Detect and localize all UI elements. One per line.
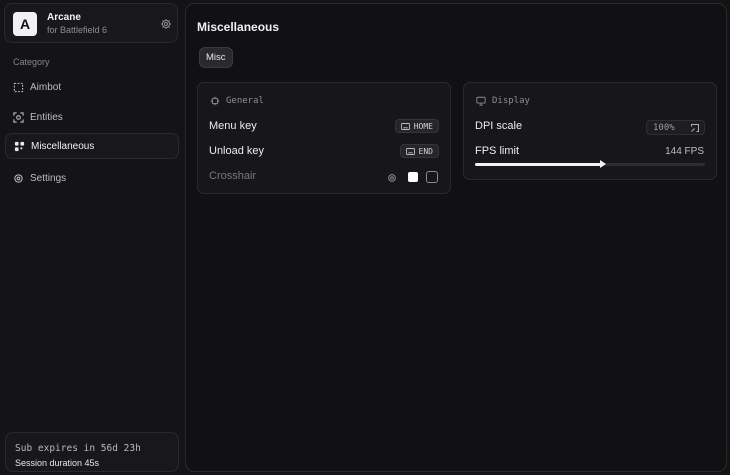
brand-card: A Arcane for Battlefield 6 bbox=[4, 3, 178, 43]
display-header-label: Display bbox=[492, 96, 530, 106]
unload-key-value: END bbox=[418, 146, 433, 156]
sidebar: A Arcane for Battlefield 6 Category Aimb… bbox=[0, 0, 184, 475]
keyboard-icon bbox=[405, 147, 415, 155]
menu-key-label: Menu key bbox=[209, 120, 257, 132]
keyboard-icon bbox=[400, 122, 410, 130]
category-label: Category bbox=[13, 57, 50, 67]
crosshair-checkbox[interactable] bbox=[426, 171, 438, 183]
fps-limit-value: 144 FPS bbox=[665, 146, 704, 157]
sidebar-item-aimbot[interactable]: Aimbot bbox=[5, 74, 179, 100]
sidebar-item-label: Aimbot bbox=[30, 81, 62, 93]
menu-key-bind[interactable]: HOME bbox=[394, 119, 439, 133]
gear-icon[interactable] bbox=[387, 173, 397, 183]
subscription-card: Sub expires in 56d 23h Session duration … bbox=[5, 432, 179, 472]
grid-icon bbox=[14, 141, 25, 151]
dpi-scale-label: DPI scale bbox=[475, 120, 523, 132]
gear-icon[interactable] bbox=[160, 18, 172, 30]
unload-key-label: Unload key bbox=[209, 145, 265, 157]
subscription-expiry: Sub expires in 56d 23h bbox=[15, 443, 141, 454]
page-title: Miscellaneous bbox=[197, 20, 280, 34]
fps-slider-fill bbox=[475, 163, 602, 166]
app-logo: A bbox=[13, 12, 37, 36]
crosshair-dashed-icon bbox=[13, 82, 24, 92]
main-panel: Miscellaneous Misc General Menu key HOME… bbox=[185, 3, 727, 472]
fps-limit-label: FPS limit bbox=[475, 145, 519, 157]
general-panel: General Menu key HOME Unload key END Cro… bbox=[197, 82, 451, 194]
sidebar-item-label: Settings bbox=[30, 172, 67, 184]
scan-icon bbox=[13, 111, 24, 123]
gear-icon bbox=[14, 173, 23, 183]
fps-slider[interactable] bbox=[475, 160, 705, 168]
cpu-icon bbox=[210, 96, 220, 106]
sidebar-item-settings[interactable]: Settings bbox=[5, 165, 179, 191]
fps-slider-thumb[interactable] bbox=[600, 160, 606, 168]
app-subtitle: for Battlefield 6 bbox=[47, 25, 108, 35]
general-header: General bbox=[210, 96, 264, 106]
general-header-label: General bbox=[226, 96, 264, 106]
tab-misc[interactable]: Misc bbox=[199, 47, 233, 68]
dpi-scale-value: 100% bbox=[653, 122, 675, 133]
session-duration: Session duration 45s bbox=[15, 458, 100, 468]
crosshair-color-swatch[interactable] bbox=[408, 172, 418, 182]
sidebar-item-label: Entities bbox=[30, 111, 63, 123]
unload-key-bind[interactable]: END bbox=[399, 144, 439, 158]
sidebar-item-entities[interactable]: Entities bbox=[5, 104, 179, 130]
crosshair-label: Crosshair bbox=[209, 170, 257, 182]
monitor-icon bbox=[476, 96, 486, 106]
dpi-scale-select[interactable]: 100% bbox=[646, 120, 705, 135]
sidebar-item-miscellaneous[interactable]: Miscellaneous bbox=[5, 133, 179, 159]
display-header: Display bbox=[476, 96, 530, 106]
menu-key-value: HOME bbox=[413, 121, 433, 131]
expand-icon bbox=[691, 124, 699, 132]
display-panel: Display DPI scale 100% FPS limit 144 FPS bbox=[463, 82, 717, 180]
sidebar-item-label: Miscellaneous bbox=[31, 140, 95, 152]
app-name: Arcane bbox=[47, 12, 81, 23]
